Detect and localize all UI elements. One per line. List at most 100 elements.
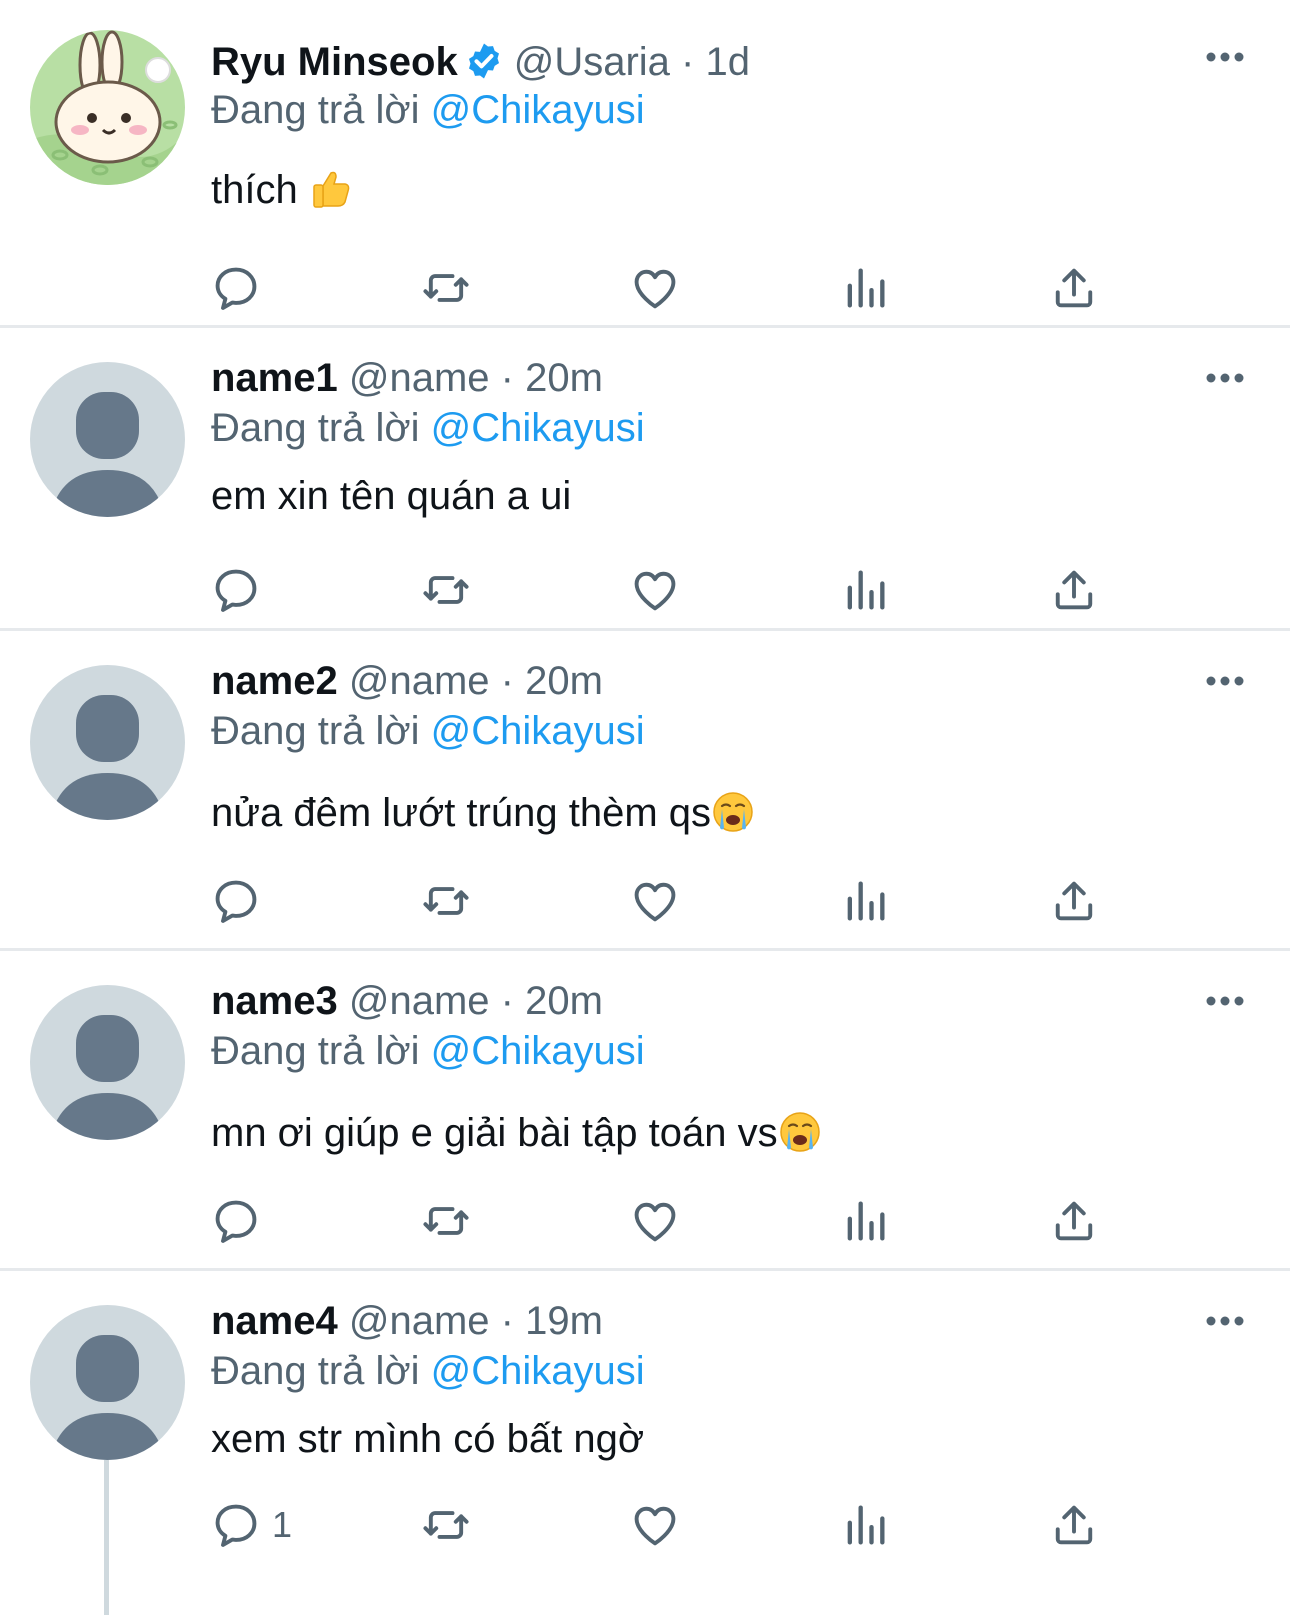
share-upload-icon — [1055, 1505, 1093, 1545]
timestamp[interactable]: 20m — [525, 979, 603, 1023]
tweet-text: mn ơi giúp e giải bài tập toán vs — [211, 1109, 822, 1157]
tweet-text-content: thích — [211, 168, 298, 212]
timestamp[interactable]: 20m — [525, 659, 603, 703]
display-name[interactable]: name3 — [211, 979, 338, 1023]
avatar[interactable] — [30, 985, 185, 1140]
reply-button[interactable] — [206, 1495, 266, 1555]
more-dots-icon[interactable] — [1205, 1314, 1245, 1328]
views-button[interactable] — [835, 871, 895, 931]
tweet-text: nửa đêm lướt trúng thèm qs — [211, 789, 755, 837]
share-upload-icon — [1055, 881, 1093, 921]
bar-chart-icon — [847, 570, 885, 610]
share-button[interactable] — [1044, 258, 1104, 318]
views-button[interactable] — [835, 1191, 895, 1251]
crying-face-icon — [779, 1112, 820, 1152]
handle[interactable]: @name — [349, 356, 490, 400]
retweet-button[interactable] — [416, 1495, 476, 1555]
speech-bubble-icon — [215, 880, 257, 923]
more-dots-icon[interactable] — [1205, 994, 1245, 1008]
tweet-header: name3 @name · 20m — [211, 977, 603, 1025]
tweet-header: name4 @name · 19m — [211, 1297, 603, 1345]
replying-to-label: Đang trả lời — [211, 406, 420, 450]
avatar[interactable] — [30, 665, 185, 820]
tweet-text-content: em xin tên quán a ui — [211, 474, 572, 518]
share-button[interactable] — [1044, 1495, 1104, 1555]
handle[interactable]: @name — [349, 1299, 490, 1343]
reply-button[interactable] — [206, 560, 266, 620]
like-button[interactable] — [625, 871, 685, 931]
tweet-actions — [0, 258, 1290, 318]
bar-chart-icon — [847, 1505, 885, 1545]
share-button[interactable] — [1044, 560, 1104, 620]
tweet[interactable]: name1 @name · 20m Đang trả lời @Chikayus… — [0, 328, 1290, 628]
speech-bubble-icon — [215, 569, 257, 612]
share-button[interactable] — [1044, 871, 1104, 931]
timestamp[interactable]: 20m — [525, 356, 603, 400]
mention-link[interactable]: @Chikayusi — [431, 1029, 645, 1073]
retweet-button[interactable] — [416, 560, 476, 620]
replying-to: Đang trả lời @Chikayusi — [211, 404, 645, 452]
handle[interactable]: @name — [349, 979, 490, 1023]
mention-link[interactable]: @Chikayusi — [431, 88, 645, 132]
reply-feed: Ryu Minseok @Usaria · 1d Đang trả lời @C… — [0, 0, 1290, 1615]
retweet-icon — [423, 576, 469, 604]
default-avatar-icon — [30, 362, 185, 517]
retweet-button[interactable] — [416, 258, 476, 318]
replying-to: Đang trả lời @Chikayusi — [211, 1347, 645, 1395]
mention-link[interactable]: @Chikayusi — [431, 1349, 645, 1393]
heart-icon — [634, 571, 676, 611]
views-button[interactable] — [835, 258, 895, 318]
thumbs-up-icon — [313, 171, 350, 208]
like-button[interactable] — [625, 560, 685, 620]
tweet-text: xem str mình có bất ngờ — [211, 1415, 644, 1463]
tweet-header: name2 @name · 20m — [211, 657, 603, 705]
display-name[interactable]: name1 — [211, 356, 338, 400]
timestamp[interactable]: 1d — [706, 40, 751, 84]
mention-link[interactable]: @Chikayusi — [431, 406, 645, 450]
tweet[interactable]: name3 @name · 20m Đang trả lời @Chikayus… — [0, 951, 1290, 1268]
avatar[interactable] — [30, 1305, 185, 1460]
retweet-icon — [423, 1207, 469, 1235]
handle[interactable]: @Usaria — [514, 40, 670, 84]
tweet[interactable]: name4 @name · 19m Đang trả lời @Chikayus… — [0, 1271, 1290, 1615]
like-button[interactable] — [625, 1495, 685, 1555]
display-name[interactable]: Ryu Minseok — [211, 40, 458, 84]
verified-badge-icon — [468, 43, 499, 79]
avatar[interactable] — [30, 30, 185, 185]
views-button[interactable] — [835, 1495, 895, 1555]
avatar[interactable] — [30, 362, 185, 517]
retweet-button[interactable] — [416, 871, 476, 931]
speech-bubble-icon — [215, 1200, 257, 1243]
tweet[interactable]: Ryu Minseok @Usaria · 1d Đang trả lời @C… — [0, 0, 1290, 325]
views-button[interactable] — [835, 560, 895, 620]
replying-to: Đang trả lời @Chikayusi — [211, 1027, 645, 1075]
handle[interactable]: @name — [349, 659, 490, 703]
tweet[interactable]: name2 @name · 20m Đang trả lời @Chikayus… — [0, 631, 1290, 948]
reply-button[interactable] — [206, 871, 266, 931]
reply-button[interactable] — [206, 258, 266, 318]
display-name[interactable]: name4 — [211, 1299, 338, 1343]
default-avatar-icon — [30, 985, 185, 1140]
display-name[interactable]: name2 — [211, 659, 338, 703]
tweet-text: thích — [211, 166, 353, 214]
timestamp[interactable]: 19m — [525, 1299, 603, 1343]
mention-link[interactable]: @Chikayusi — [431, 709, 645, 753]
share-upload-icon — [1055, 268, 1093, 308]
tweet-text-content: xem str mình có bất ngờ — [211, 1417, 645, 1461]
like-button[interactable] — [625, 258, 685, 318]
heart-icon — [634, 269, 676, 309]
more-dots-icon[interactable] — [1205, 371, 1245, 385]
more-dots-icon[interactable] — [1205, 50, 1245, 64]
reply-button[interactable] — [206, 1191, 266, 1251]
replying-to-label: Đang trả lời — [211, 88, 420, 132]
tweet-text-content: mn ơi giúp e giải bài tập toán vs — [211, 1111, 778, 1155]
heart-icon — [634, 1202, 676, 1242]
retweet-button[interactable] — [416, 1191, 476, 1251]
share-button[interactable] — [1044, 1191, 1104, 1251]
separator: · — [500, 979, 514, 1023]
like-button[interactable] — [625, 1191, 685, 1251]
replying-to-label: Đang trả lời — [211, 1349, 420, 1393]
more-dots-icon[interactable] — [1205, 674, 1245, 688]
heart-icon — [634, 1506, 676, 1546]
replying-to: Đang trả lời @Chikayusi — [211, 707, 645, 755]
